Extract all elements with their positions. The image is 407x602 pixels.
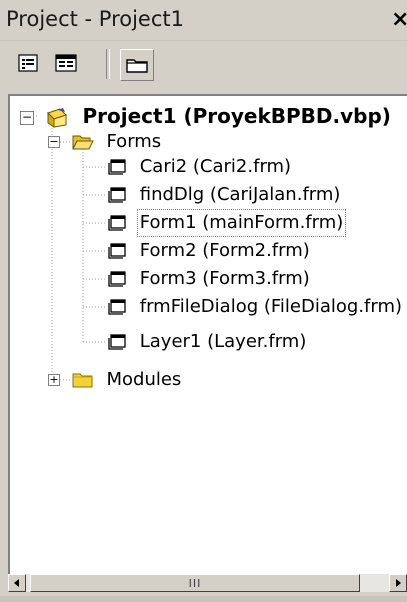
tree-item-form[interactable]: findDlg (CariJalan.frm) (108, 181, 343, 209)
tree-root-project[interactable]: − Project1 (ProyekBPBD.vbp) (20, 102, 394, 130)
collapse-icon[interactable]: − (48, 136, 60, 148)
expand-icon[interactable]: + (48, 374, 60, 386)
folder-label: Forms (106, 131, 162, 152)
tree-root-label: Project1 (ProyekBPBD.vbp) (82, 104, 391, 128)
scroll-right-button[interactable] (389, 574, 407, 592)
form-icon (108, 243, 126, 259)
scroll-right-arrow-icon (396, 579, 401, 587)
tree-folder-modules[interactable]: + Modules (48, 366, 184, 394)
form-label: findDlg (CariJalan.frm) (139, 184, 341, 205)
project-icon (46, 108, 67, 128)
tree-item-form[interactable]: frmFileDialog (FileDialog.frm) (108, 293, 405, 321)
tree-item-form-selected[interactable]: Form1 (mainForm.frm) (108, 209, 347, 237)
tree-folder-forms[interactable]: − Forms (48, 128, 164, 156)
view-object-icon (55, 54, 77, 72)
form-label: Cari2 (Cari2.frm) (139, 156, 292, 177)
project-tree[interactable]: − Project1 (ProyekBPBD.vbp) − Forms Cari… (8, 94, 407, 574)
open-folder-icon (71, 135, 94, 150)
form-label: Form2 (Form2.frm) (139, 240, 310, 261)
title-bar: Project - Project1 × (0, 0, 407, 41)
horizontal-scrollbar[interactable]: III (8, 574, 407, 592)
view-code-button[interactable] (14, 49, 42, 77)
scroll-grip: III (188, 576, 202, 590)
toolbar (0, 41, 407, 87)
toolbar-separator (106, 49, 110, 79)
form-icon (108, 187, 126, 203)
form-icon (108, 159, 126, 175)
window-title: Project - Project1 (6, 7, 184, 31)
view-object-button[interactable] (52, 49, 80, 77)
folder-icon (72, 373, 93, 388)
form-icon (108, 299, 126, 315)
form-icon (108, 215, 126, 231)
close-button[interactable]: × (391, 8, 407, 32)
form-icon (108, 334, 126, 350)
form-icon (108, 271, 126, 287)
form-label: Form1 (mainForm.frm) (136, 209, 347, 237)
form-label: Form3 (Form3.frm) (139, 268, 310, 289)
form-label: frmFileDialog (FileDialog.frm) (139, 296, 403, 317)
toggle-folders-button[interactable] (120, 49, 154, 81)
bottom-border (0, 596, 407, 602)
scroll-thumb[interactable]: III (30, 574, 360, 592)
scroll-left-arrow-icon (14, 579, 19, 587)
form-label: Layer1 (Layer.frm) (139, 331, 307, 352)
scroll-left-button[interactable] (8, 574, 26, 592)
collapse-icon[interactable]: − (20, 111, 34, 125)
view-code-icon (18, 54, 38, 72)
folder-icon (126, 59, 148, 73)
tree-item-form[interactable]: Form3 (Form3.frm) (108, 265, 313, 293)
tree-item-form[interactable]: Layer1 (Layer.frm) (108, 328, 309, 356)
tree-item-form[interactable]: Form2 (Form2.frm) (108, 237, 313, 265)
folder-label: Modules (106, 369, 182, 390)
tree-item-form[interactable]: Cari2 (Cari2.frm) (108, 153, 294, 181)
